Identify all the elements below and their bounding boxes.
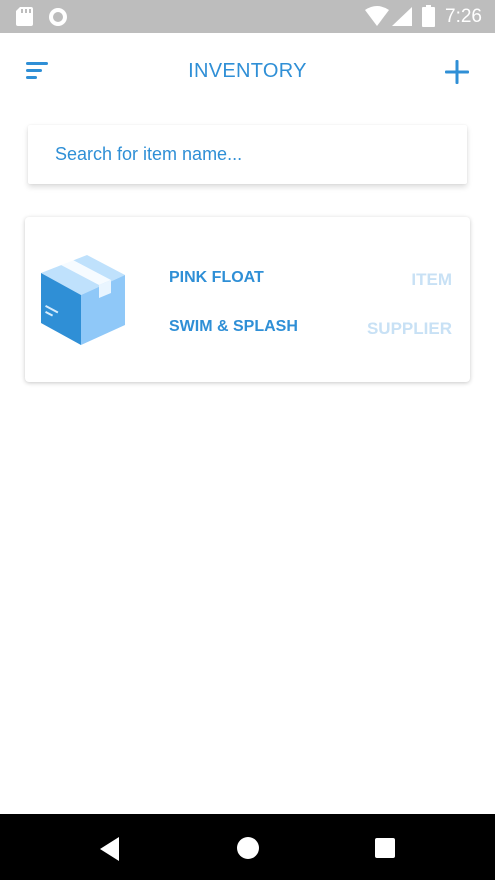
plus-icon[interactable] [440, 55, 474, 89]
status-bar: 7:26 [0, 0, 495, 33]
app-header: INVENTORY [0, 33, 495, 111]
status-time: 7:26 [445, 6, 482, 27]
inventory-item-card[interactable]: PINK FLOAT SWIM & SPLASH ITEM SUPPLIER [25, 217, 470, 382]
supplier-name: SWIM & SPLASH [169, 318, 298, 335]
supplier-label: SUPPLIER [366, 319, 452, 338]
system-nav-bar [0, 814, 495, 880]
search-bar [28, 125, 467, 184]
search-input[interactable] [28, 125, 467, 184]
item-label: ITEM [411, 270, 452, 289]
back-icon[interactable] [98, 836, 122, 862]
sd-card-icon [16, 7, 33, 26]
wifi-icon [365, 6, 389, 26]
recents-icon[interactable] [374, 837, 396, 859]
circle-icon [49, 8, 67, 26]
box-icon [41, 255, 125, 345]
item-name: PINK FLOAT [169, 269, 264, 286]
home-icon[interactable] [236, 836, 260, 860]
page-title: INVENTORY [188, 60, 307, 82]
signal-icon [392, 7, 412, 26]
battery-icon [422, 5, 435, 27]
